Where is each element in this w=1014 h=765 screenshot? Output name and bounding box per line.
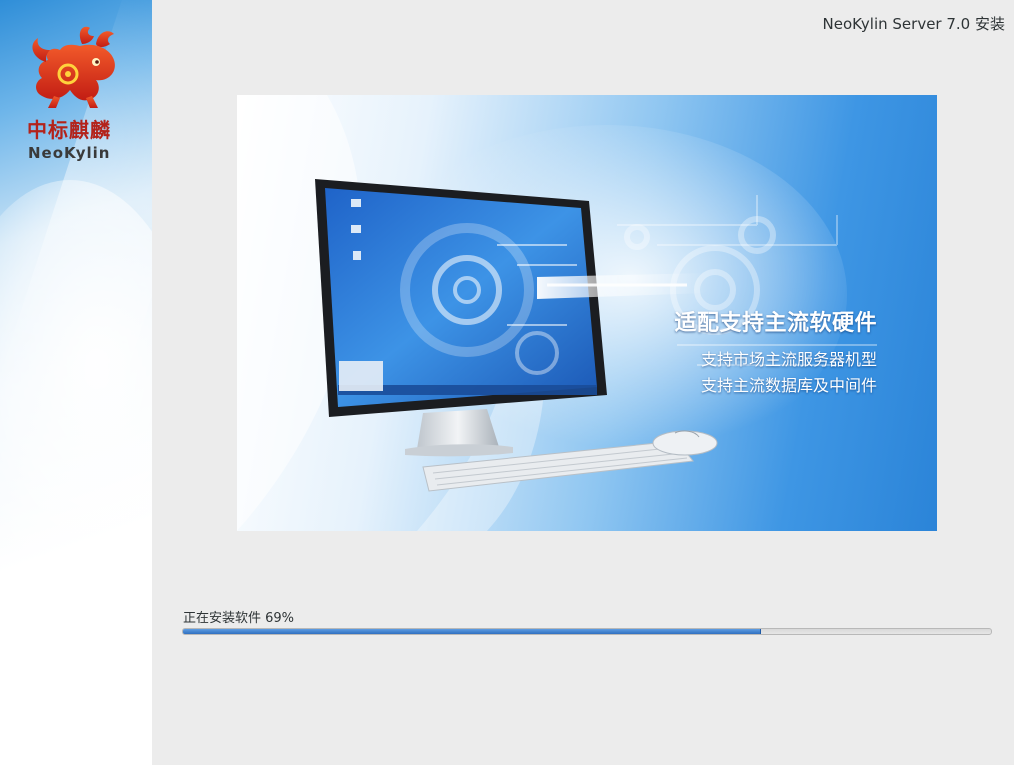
banner-feature-line: 支持主流数据库及中间件 <box>700 376 877 395</box>
progress-status-text: 正在安装软件 69% <box>183 611 295 626</box>
install-progress-fill <box>183 629 761 634</box>
product-logo: 中标麒麟 NeoKylin <box>22 22 132 162</box>
install-progress-bar <box>182 628 992 635</box>
banner-headline: 适配支持主流软硬件 <box>674 311 877 336</box>
sidebar: 中标麒麟 NeoKylin <box>0 0 152 765</box>
installer-title: NeoKylin Server 7.0 安装 <box>822 15 1005 33</box>
install-slideshow-banner: 适配支持主流软硬件 支持市场主流服务器机型 支持主流数据库及中间件 <box>237 95 937 531</box>
sidebar-decoration <box>0 180 152 640</box>
qilin-logo-icon <box>32 26 115 108</box>
logo-name-english: NeoKylin <box>28 144 111 162</box>
banner-feature-line: 支持市场主流服务器机型 <box>700 350 877 369</box>
logo-name-chinese: 中标麒麟 <box>27 118 111 142</box>
